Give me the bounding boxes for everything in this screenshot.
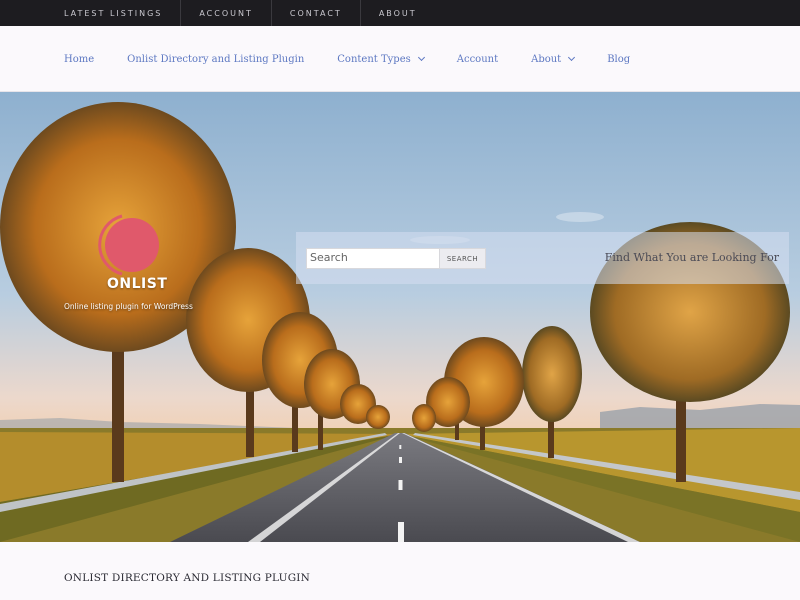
nav-label-content-types: Content Types <box>337 53 411 65</box>
search-input[interactable]: Search <box>306 248 440 269</box>
content-section: ONLIST DIRECTORY AND LISTING PLUGIN <box>0 542 800 600</box>
search-prompt: Find What You are Looking For <box>604 251 779 264</box>
top-bar: LATEST LISTINGS ACCOUNT CONTACT ABOUT <box>0 0 800 26</box>
search-panel: Search SEARCH Find What You are Looking … <box>296 232 789 284</box>
nav-label-home: Home <box>64 53 95 65</box>
hero-banner: ONLIST Online listing plugin for WordPre… <box>0 92 800 542</box>
main-navigation: Home Onlist Directory and Listing Plugin… <box>0 26 800 92</box>
nav-item-about[interactable]: About <box>531 53 576 65</box>
nav-item-account[interactable]: Account <box>457 54 498 65</box>
top-menu-contact[interactable]: CONTACT <box>272 0 361 26</box>
nav-item-home[interactable]: Home <box>64 54 94 65</box>
nav-label-onlist-plugin: Onlist Directory and Listing Plugin <box>127 53 305 65</box>
nav-item-onlist-plugin[interactable]: Onlist Directory and Listing Plugin <box>127 54 304 65</box>
nav-label-blog: Blog <box>607 53 631 65</box>
logo-icon <box>98 214 159 276</box>
nav-label-account: Account <box>456 53 499 65</box>
chevron-down-icon <box>568 53 576 62</box>
hero-background-image <box>0 92 800 542</box>
search-button[interactable]: SEARCH <box>439 248 486 269</box>
site-title[interactable]: ONLIST <box>107 276 167 292</box>
top-menu-latest-listings[interactable]: LATEST LISTINGS <box>46 0 182 26</box>
chevron-down-icon <box>417 53 425 62</box>
nav-item-blog[interactable]: Blog <box>607 54 630 65</box>
page-heading: ONLIST DIRECTORY AND LISTING PLUGIN <box>64 572 311 584</box>
nav-item-content-types[interactable]: Content Types <box>337 53 425 65</box>
site-tagline: Online listing plugin for WordPress <box>64 302 193 311</box>
top-menu-account[interactable]: ACCOUNT <box>181 0 272 26</box>
nav-label-about: About <box>531 53 562 65</box>
top-menu: LATEST LISTINGS ACCOUNT CONTACT ABOUT <box>0 0 800 26</box>
top-menu-about[interactable]: ABOUT <box>361 0 435 26</box>
